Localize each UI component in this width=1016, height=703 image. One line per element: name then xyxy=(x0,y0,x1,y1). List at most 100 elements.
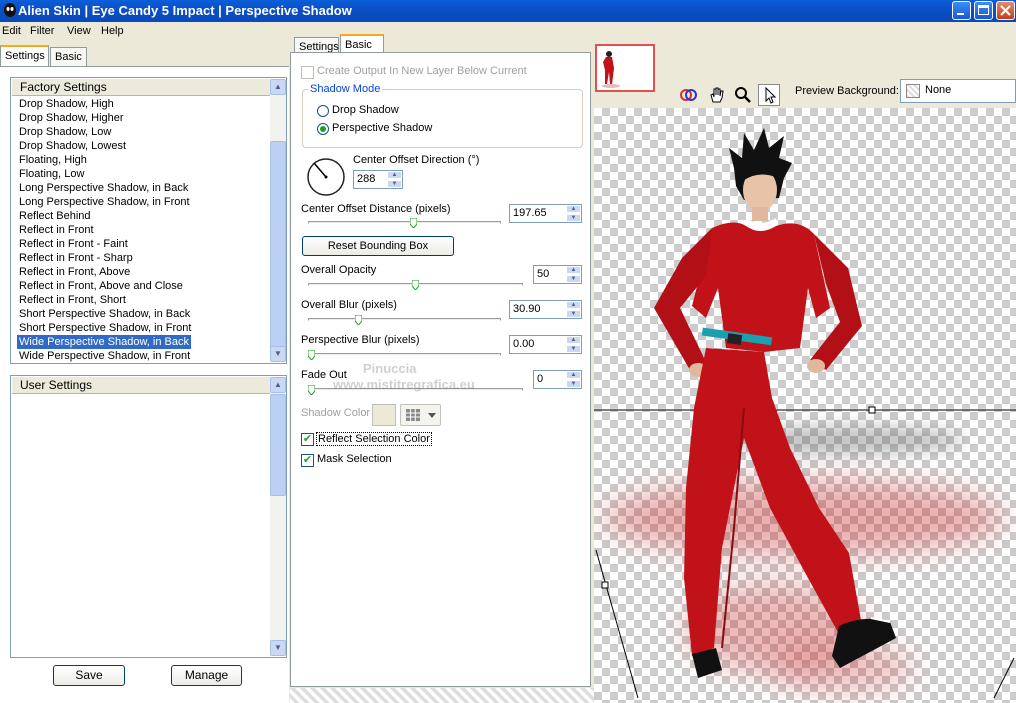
factory-list-item[interactable]: Wide Perspective Shadow, in Back xyxy=(17,335,191,349)
distance-slider-knob[interactable] xyxy=(410,218,418,228)
preview-canvas[interactable] xyxy=(594,108,1016,703)
factory-list-item[interactable]: Reflect in Front - Faint xyxy=(17,237,130,251)
title-bar: Alien Skin | Eye Candy 5 Impact | Perspe… xyxy=(0,0,1016,22)
blur-spinbox[interactable]: 30.90 ▲ ▼ xyxy=(509,300,582,319)
persp-blur-slider-track[interactable] xyxy=(308,353,501,356)
factory-list-item[interactable]: Short Perspective Shadow, in Front xyxy=(17,321,193,335)
panel-bottom-strip xyxy=(290,688,594,703)
chevron-down-icon xyxy=(428,413,436,418)
zoom-tool-button[interactable] xyxy=(732,84,754,106)
factory-list-item[interactable]: Long Perspective Shadow, in Back xyxy=(17,181,190,195)
blur-slider-knob[interactable] xyxy=(354,315,362,325)
preview-background-select[interactable]: None xyxy=(900,79,1016,103)
factory-list-item[interactable]: Reflect in Front, Above xyxy=(17,265,132,279)
opacity-spinbox[interactable]: 50 ▲ ▼ xyxy=(533,265,582,284)
distance-slider-track[interactable] xyxy=(308,221,501,224)
tab-settings[interactable]: Settings xyxy=(0,45,49,66)
blur-value: 30.90 xyxy=(513,303,541,315)
spin-down-button[interactable]: ▼ xyxy=(566,214,581,222)
factory-list-item[interactable]: Floating, Low xyxy=(17,167,86,181)
pan-tool-button[interactable] xyxy=(706,84,728,106)
scroll-down-button[interactable]: ▼ xyxy=(270,640,286,656)
factory-list-item[interactable]: Reflect in Front, Above and Close xyxy=(17,279,185,293)
selection-tool-button[interactable] xyxy=(758,84,780,106)
scroll-up-button[interactable]: ▲ xyxy=(270,377,286,393)
minimize-button[interactable] xyxy=(952,1,971,20)
factory-list-item[interactable]: Reflect in Front xyxy=(17,223,96,237)
spin-down-button[interactable]: ▼ xyxy=(566,275,581,283)
reflect-selection-checkbox[interactable]: ✔ xyxy=(301,433,314,446)
menu-help[interactable]: Help xyxy=(101,25,124,37)
bounding-handle[interactable] xyxy=(868,406,876,414)
opacity-value: 50 xyxy=(537,268,550,280)
spin-down-button[interactable]: ▼ xyxy=(566,345,581,353)
menu-filter[interactable]: Filter xyxy=(30,25,54,37)
spin-up-button[interactable]: ▲ xyxy=(566,336,581,344)
persp-blur-spinbox[interactable]: 0.00 ▲ ▼ xyxy=(509,335,582,354)
factory-list-item[interactable]: Long Perspective Shadow, in Front xyxy=(17,195,192,209)
scroll-thumb[interactable] xyxy=(270,394,286,496)
tab-basic[interactable]: Basic xyxy=(50,47,87,66)
reset-bounding-box-button[interactable]: Reset Bounding Box xyxy=(302,236,454,256)
factory-scrollbar[interactable]: ▲ ▼ xyxy=(270,79,286,362)
direction-label: Center Offset Direction (°) xyxy=(353,154,480,166)
scroll-up-button[interactable]: ▲ xyxy=(270,79,286,95)
spin-down-button[interactable]: ▼ xyxy=(387,180,402,188)
spin-up-button[interactable]: ▲ xyxy=(566,301,581,309)
scroll-thumb[interactable] xyxy=(270,141,286,359)
factory-list-item[interactable]: Drop Shadow, High xyxy=(17,97,116,111)
user-scrollbar[interactable]: ▲ ▼ xyxy=(270,377,286,656)
scroll-down-button[interactable]: ▼ xyxy=(270,346,286,362)
factory-list-item[interactable]: Reflect in Front - Sharp xyxy=(17,251,135,265)
close-button[interactable] xyxy=(996,1,1015,20)
shadow-mode-group xyxy=(302,89,583,148)
shadow-color-swatch[interactable] xyxy=(372,404,396,426)
spin-up-button[interactable]: ▲ xyxy=(566,205,581,213)
preview-toggle-button[interactable] xyxy=(677,84,699,106)
navigator-thumbnail[interactable] xyxy=(595,44,655,92)
mask-selection-checkbox[interactable]: ✔ xyxy=(301,454,314,467)
spin-up-button[interactable]: ▲ xyxy=(566,371,581,379)
menu-view[interactable]: View xyxy=(67,25,91,37)
factory-list-item[interactable]: Reflect Behind xyxy=(17,209,93,223)
fade-out-slider-knob[interactable] xyxy=(308,385,315,395)
persp-blur-value: 0.00 xyxy=(513,338,535,350)
preview-image xyxy=(594,128,1016,699)
factory-list-item[interactable]: Drop Shadow, Lowest xyxy=(17,139,128,153)
spin-down-button[interactable]: ▼ xyxy=(566,310,581,318)
blur-slider-track[interactable] xyxy=(308,318,501,321)
factory-list-item[interactable]: Short Perspective Shadow, in Back xyxy=(17,307,192,321)
thumbnail-figure xyxy=(602,51,620,88)
menu-edit[interactable]: Edit xyxy=(2,25,21,37)
distance-label: Center Offset Distance (pixels) xyxy=(301,203,451,215)
factory-list-item[interactable]: Wide Perspective Shadow, in Front xyxy=(17,349,192,363)
spin-up-button[interactable]: ▲ xyxy=(566,266,581,274)
manage-button[interactable]: Manage xyxy=(171,665,242,686)
maximize-button[interactable] xyxy=(974,1,993,20)
bounding-handle-left[interactable] xyxy=(601,581,609,589)
opacity-label: Overall Opacity xyxy=(301,264,377,276)
spin-up-button[interactable]: ▲ xyxy=(387,171,402,179)
perspective-shadow-radio[interactable] xyxy=(317,123,329,135)
factory-list-item[interactable]: Reflect in Front, Short xyxy=(17,293,128,307)
factory-settings-list: Factory Settings Drop Shadow, High Drop S… xyxy=(10,77,287,364)
factory-list-item[interactable]: Floating, High xyxy=(17,153,89,167)
persp-blur-slider-knob[interactable] xyxy=(308,350,315,360)
direction-dial[interactable] xyxy=(306,157,346,197)
color-picker-dropdown[interactable] xyxy=(400,404,441,426)
fade-out-spinbox[interactable]: 0 ▲ ▼ xyxy=(533,370,582,389)
distance-spinbox[interactable]: 197.65 ▲ ▼ xyxy=(509,204,582,223)
direction-spinbox[interactable]: 288 ▲ ▼ xyxy=(353,170,403,189)
persp-blur-label: Perspective Blur (pixels) xyxy=(301,334,420,346)
create-output-checkbox[interactable] xyxy=(301,66,314,79)
save-button[interactable]: Save xyxy=(53,665,125,686)
factory-list-item[interactable]: Drop Shadow, Higher xyxy=(17,111,126,125)
shadow-mode-title: Shadow Mode xyxy=(308,83,383,95)
spin-down-button[interactable]: ▼ xyxy=(566,380,581,388)
grid-icon xyxy=(406,409,420,421)
factory-list-item[interactable]: Drop Shadow, Low xyxy=(17,125,113,139)
drop-shadow-radio[interactable] xyxy=(317,105,329,117)
reflect-selection-label: Reflect Selection Color xyxy=(316,432,432,446)
opacity-slider-knob[interactable] xyxy=(412,280,419,290)
basic-controls-panel: Create Output In New Layer Below Current… xyxy=(290,52,591,687)
